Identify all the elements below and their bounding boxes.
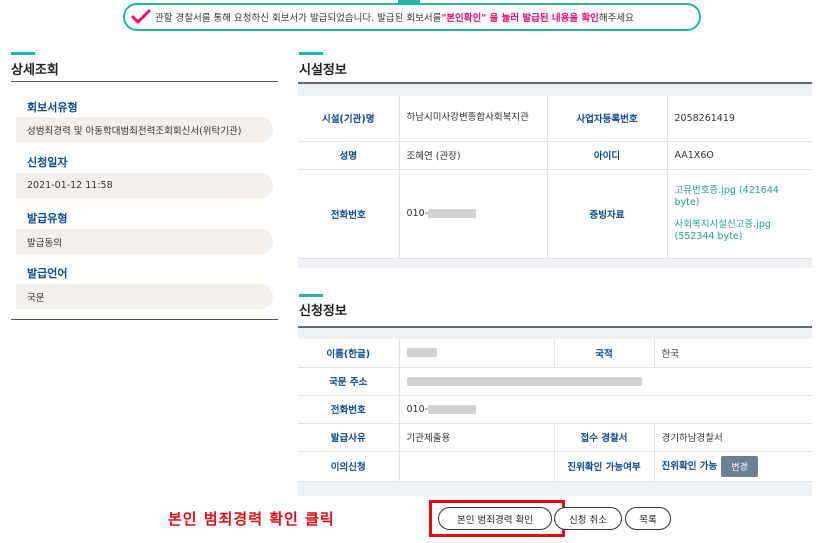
application-reason-value: 기관제출용: [398, 423, 554, 452]
facility-row-person: 성명 조혜연 (관장) 아이디 AA1X6O: [298, 141, 812, 170]
application-phone-prefix: 010-: [406, 403, 429, 415]
confirm-record-button[interactable]: 본인 범죄경력 확인: [438, 507, 552, 530]
sidebar-label-type: 회보서유형: [27, 101, 78, 114]
facility-proof-files: 고유번호증.jpg (421644 byte) 사회복지시설신고증.jpg (5…: [666, 169, 812, 259]
sidebar-value-date: 2021-01-12 11:58: [16, 173, 273, 198]
application-row-address: 국문 주소: [298, 367, 812, 396]
application-title: 신청정보: [299, 304, 347, 319]
sidebar-label-language: 발급언어: [27, 267, 68, 280]
application-address-value: [398, 367, 812, 396]
application-row-phone: 전화번호 010-: [298, 395, 812, 424]
facility-title: 시설정보: [299, 63, 347, 78]
application-nation-value: 한국: [653, 339, 812, 368]
facility-row-name: 시설(기관)명 하남시미사강변종합사회복지관 사업자등록번호 205826141…: [298, 96, 812, 142]
facility-name-value: 하남시미사강변종합사회복지관: [398, 96, 547, 142]
facility-person-value: 조혜연 (관장): [398, 141, 547, 170]
facility-bizno-label: 사업자등록번호: [546, 96, 667, 142]
sidebar-label-issue: 발급유형: [27, 212, 68, 225]
redacted-block: [406, 348, 437, 358]
application-row-objection: 이의신청 진위확인 가능여부 진위확인 가능 변경: [298, 451, 812, 482]
facility-bizno-value: 2058261419: [666, 96, 812, 142]
facility-name-label: 시설(기관)명: [298, 96, 399, 142]
file-link-registration[interactable]: 고유번호증.jpg (421644 byte): [675, 185, 806, 209]
application-verify-value: 진위확인 가능 변경: [653, 451, 812, 482]
sidebar-bottom-rule: [11, 319, 278, 320]
facility-phone-label: 전화번호: [298, 169, 399, 259]
facility-row-phone: 전화번호 010- 증빙자료 고유번호증.jpg (421644 byte) 사…: [298, 169, 812, 259]
redacted-block: [428, 209, 477, 218]
sidebar-value-language: 국문: [16, 284, 273, 309]
application-station-value: 경기하남경찰서: [653, 423, 812, 452]
application-table: 이름(한글) 국적 한국 국문 주소 전화번호 010- 발급사유 기관제출용 …: [298, 339, 812, 482]
annotation-text: 본인 범죄경력 확인 클릭: [168, 510, 335, 528]
application-phone-value: 010-: [398, 395, 812, 424]
application-objection-label: 이의신청: [298, 451, 399, 482]
facility-phone-prefix: 010-: [406, 208, 429, 219]
list-button[interactable]: 목록: [625, 507, 671, 530]
facility-id-value: AA1X6O: [666, 141, 812, 170]
facility-accent: [299, 52, 323, 55]
notice-text-after: 해주세요: [598, 13, 634, 24]
sidebar-value-issue: 발급동의: [16, 229, 273, 254]
application-name-label: 이름(한글): [298, 339, 399, 368]
application-station-label: 접수 경찰서: [553, 423, 654, 452]
facility-person-label: 성명: [298, 141, 399, 170]
notice-banner: 관할 경찰서를 통해 요청하신 회보서가 발급되었습니다. 발급된 회보서를 "…: [123, 3, 701, 31]
redacted-block: [406, 376, 642, 386]
sidebar-accent: [11, 52, 35, 55]
application-objection-value: [398, 451, 554, 482]
application-name-value: [398, 339, 554, 368]
cancel-application-button[interactable]: 신청 취소: [554, 507, 622, 530]
sidebar-title: 상세조회: [11, 63, 59, 78]
application-row-name: 이름(한글) 국적 한국: [298, 339, 812, 368]
sidebar-top-rule: [11, 81, 278, 82]
application-nation-label: 국적: [553, 339, 654, 368]
notice-text-before: 관할 경찰서를 통해 요청하신 회보서가 발급되었습니다. 발급된 회보서를: [155, 13, 442, 24]
file-link-facility-report[interactable]: 사회복지시설신고증.jpg (552344 byte): [675, 219, 795, 243]
verify-status: 진위확인 가능: [661, 460, 718, 472]
facility-table: 시설(기관)명 하남시미사강변종합사회복지관 사업자등록번호 205826141…: [298, 96, 812, 259]
application-row-reason: 발급사유 기관제출용 접수 경찰서 경기하남경찰서: [298, 423, 812, 452]
checkmark-icon: [131, 9, 151, 24]
facility-id-label: 아이디: [546, 141, 667, 170]
facility-phone-value: 010-: [398, 169, 547, 259]
redacted-block: [428, 404, 477, 414]
application-verify-label: 진위확인 가능여부: [553, 451, 654, 482]
change-button[interactable]: 변경: [721, 455, 758, 477]
application-phone-label: 전화번호: [298, 395, 399, 424]
facility-proof-label: 증빙자료: [546, 169, 667, 259]
notice-highlight: "본인확인" 을 눌러 발급된 내용을 확인: [441, 13, 599, 24]
sidebar-value-type: 성범죄경력 및 아동학대범죄전력조회회신서(위탁기관): [16, 117, 273, 142]
sidebar-label-date: 신청일자: [27, 156, 68, 169]
application-address-label: 국문 주소: [298, 367, 399, 396]
application-accent: [299, 294, 323, 297]
application-reason-label: 발급사유: [298, 423, 399, 452]
